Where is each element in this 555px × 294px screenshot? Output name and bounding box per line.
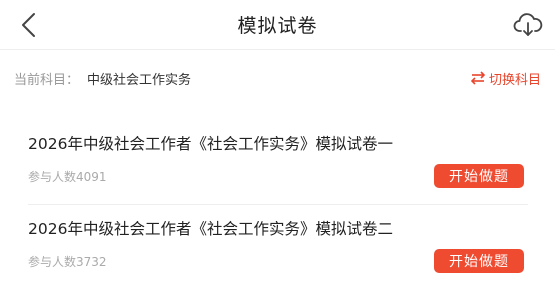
paper-item[interactable]: 2026年中级社会工作者《社会工作实务》模拟试卷一 参与人数4091 开始做题	[28, 122, 528, 204]
paper-title: 2026年中级社会工作者《社会工作实务》模拟试卷二	[28, 220, 393, 238]
start-exam-button[interactable]: 开始做题	[434, 164, 524, 188]
swap-arrows-icon	[470, 71, 485, 85]
download-button[interactable]	[511, 8, 545, 42]
chevron-left-icon	[22, 13, 35, 37]
cloud-download-icon	[513, 13, 543, 36]
subject-value: 中级社会工作实务	[87, 72, 192, 88]
page-title: 模拟试卷	[237, 15, 318, 37]
divider	[0, 106, 555, 114]
start-exam-button[interactable]: 开始做题	[434, 249, 524, 273]
paper-title: 2026年中级社会工作者《社会工作实务》模拟试卷一	[28, 135, 393, 153]
switch-subject-button[interactable]: 切换科目	[470, 69, 541, 88]
switch-subject-label: 切换科目	[488, 72, 541, 88]
subject-bar: 当前科目： 中级社会工作实务 切换科目	[0, 51, 555, 105]
paper-item[interactable]: 2026年中级社会工作者《社会工作实务》模拟试卷二 参与人数3732 开始做题	[28, 204, 528, 286]
top-bar: 模拟试卷	[0, 0, 555, 50]
participant-count: 参与人数4091	[28, 170, 107, 184]
subject-label: 当前科目：	[14, 72, 80, 88]
participant-count: 参与人数3732	[28, 255, 107, 269]
back-button[interactable]	[14, 10, 44, 40]
